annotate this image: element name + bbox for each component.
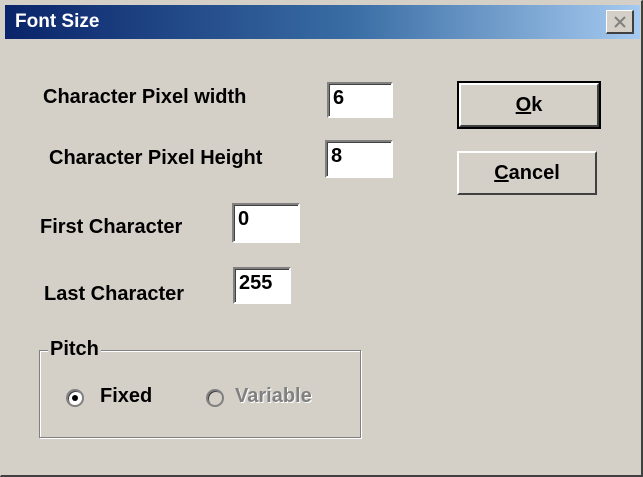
fixed-radio[interactable] — [66, 389, 84, 407]
cancel-mnemonic: C — [494, 161, 509, 184]
last-char-input[interactable]: 255 — [233, 267, 291, 304]
variable-radio — [206, 389, 224, 407]
char-width-input[interactable]: 6 — [327, 82, 393, 118]
variable-radio-label: Variable — [235, 385, 312, 407]
pitch-group-legend: Pitch — [48, 338, 101, 361]
window-title: Font Size — [15, 11, 100, 32]
char-height-label: Character Pixel Height — [49, 147, 263, 169]
first-char-input[interactable]: 0 — [232, 203, 300, 243]
ok-label-rest: k — [531, 93, 543, 116]
cancel-label-rest: ancel — [508, 161, 560, 184]
font-size-dialog: Font Size Character Pixel width 6 Charac… — [0, 0, 643, 477]
last-char-label: Last Character — [44, 283, 185, 305]
title-bar[interactable]: Font Size — [5, 5, 640, 39]
close-button[interactable] — [606, 10, 634, 34]
cancel-button[interactable]: Cancel — [457, 151, 597, 195]
radio-selected-dot — [72, 395, 78, 401]
close-icon — [613, 15, 626, 28]
char-height-input[interactable]: 8 — [325, 140, 393, 178]
char-width-label: Character Pixel width — [43, 86, 247, 108]
fixed-radio-label[interactable]: Fixed — [100, 385, 152, 408]
first-char-label: First Character — [40, 216, 183, 238]
pitch-group: Pitch Fixed Variable — [39, 338, 361, 438]
ok-mnemonic: O — [515, 93, 532, 116]
ok-button[interactable]: Ok — [457, 81, 601, 129]
